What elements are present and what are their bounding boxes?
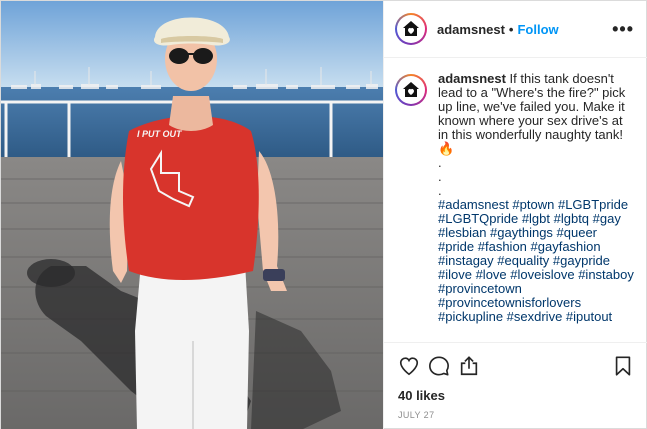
caption-username[interactable]: adamsnest (438, 71, 506, 86)
header-separator: • (508, 21, 514, 37)
heart-icon (399, 356, 419, 375)
post-date: JULY 27 (398, 410, 435, 420)
post-photo[interactable]: I PUT OUT (1, 1, 383, 429)
caption-dot: . (438, 183, 442, 198)
save-button[interactable] (608, 351, 638, 381)
photo-illustration: I PUT OUT (1, 1, 383, 429)
post-sidebar: adamsnest • Follow ••• adamsnest If this… (383, 1, 647, 429)
hashtags[interactable]: #adamsnest #ptown #LGBTpride #LGBTQpride… (438, 198, 636, 324)
header-username[interactable]: adamsnest (437, 22, 505, 37)
comments-section: adamsnest If this tank doesn't lead to a… (384, 58, 647, 342)
caption-avatar[interactable] (395, 74, 427, 106)
caption-dot: . (438, 169, 442, 184)
instagram-post: I PUT OUT adamsnest • Follow ••• adamsne… (0, 0, 647, 429)
share-icon (460, 355, 478, 375)
caption: adamsnest If this tank doesn't lead to a… (395, 72, 636, 342)
share-button[interactable] (454, 351, 484, 381)
post-header: adamsnest • Follow ••• (384, 1, 647, 58)
caption-dots: . . . (438, 156, 636, 198)
home-logo-icon (403, 82, 419, 97)
caption-body: adamsnest If this tank doesn't lead to a… (438, 72, 636, 342)
caption-dot: . (438, 155, 442, 170)
action-bar (384, 342, 647, 388)
follow-button[interactable]: Follow (517, 22, 558, 37)
comment-icon (429, 355, 449, 376)
hashtag-links[interactable]: #adamsnest #ptown #LGBTpride #LGBTQpride… (438, 197, 634, 324)
more-options-button[interactable]: ••• (612, 20, 634, 38)
home-logo-icon (403, 21, 419, 36)
comment-button[interactable] (424, 351, 454, 381)
like-button[interactable] (394, 351, 424, 381)
shirt-text: I PUT OUT (137, 129, 183, 139)
bookmark-icon (615, 355, 631, 376)
avatar[interactable] (395, 13, 427, 45)
likes-count[interactable]: 40 likes (384, 388, 647, 406)
